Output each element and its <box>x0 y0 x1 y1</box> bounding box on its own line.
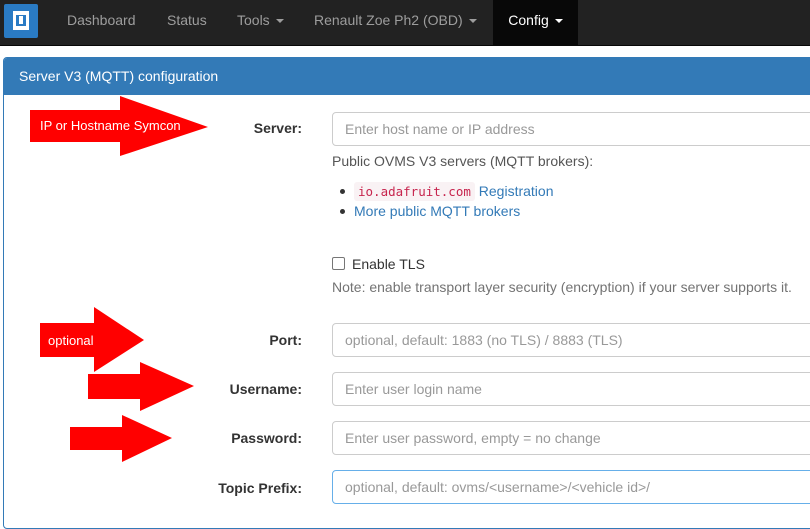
ovms-logo-icon[interactable] <box>4 4 38 38</box>
top-navbar: Dashboard Status Tools Renault Zoe Ph2 (… <box>0 0 810 46</box>
port-annotation-text: optional <box>48 333 94 348</box>
list-item: io.adafruit.com Registration <box>339 181 554 201</box>
server-help-text: Public OVMS V3 servers (MQTT brokers): <box>332 153 594 169</box>
nav-config-dropdown[interactable]: Config <box>493 0 578 45</box>
port-label: Port: <box>269 332 302 348</box>
nav-dashboard[interactable]: Dashboard <box>67 0 136 45</box>
topic-prefix-input[interactable] <box>332 470 810 504</box>
server-annotation-text: IP or Hostname Symcon <box>40 118 181 133</box>
nav-vehicle-dropdown[interactable]: Renault Zoe Ph2 (OBD) <box>314 0 477 45</box>
server-input[interactable] <box>332 112 810 146</box>
caret-down-icon <box>468 19 477 24</box>
registration-link[interactable]: Registration <box>479 183 554 199</box>
tls-note: Note: enable transport layer security (e… <box>332 279 792 295</box>
list-item: More public MQTT brokers <box>339 201 553 221</box>
nav-status-label: Status <box>167 12 207 28</box>
nav-dashboard-label: Dashboard <box>67 12 136 28</box>
tls-checkbox[interactable] <box>332 257 345 270</box>
broker-host-code: io.adafruit.com <box>354 182 475 201</box>
topic-prefix-label: Topic Prefix: <box>218 480 302 496</box>
caret-down-icon <box>275 19 284 24</box>
nav-config-label: Config <box>508 12 549 28</box>
username-annotation-arrow <box>88 362 194 411</box>
password-label: Password: <box>231 430 302 446</box>
tls-checkbox-label[interactable]: Enable TLS <box>352 254 425 274</box>
broker-list: io.adafruit.com Registration More public… <box>339 181 554 221</box>
password-input[interactable] <box>332 421 810 455</box>
port-input[interactable] <box>332 323 810 357</box>
nav-tools-dropdown[interactable]: Tools <box>237 0 284 45</box>
panel-title: Server V3 (MQTT) configuration <box>4 58 810 95</box>
username-input[interactable] <box>332 372 810 406</box>
nav-tools-label: Tools <box>237 12 270 28</box>
nav-status[interactable]: Status <box>167 0 207 45</box>
nav-vehicle-label: Renault Zoe Ph2 (OBD) <box>314 12 463 28</box>
caret-down-icon <box>554 19 563 24</box>
more-brokers-link[interactable]: More public MQTT brokers <box>354 203 520 219</box>
password-annotation-arrow <box>70 415 172 462</box>
